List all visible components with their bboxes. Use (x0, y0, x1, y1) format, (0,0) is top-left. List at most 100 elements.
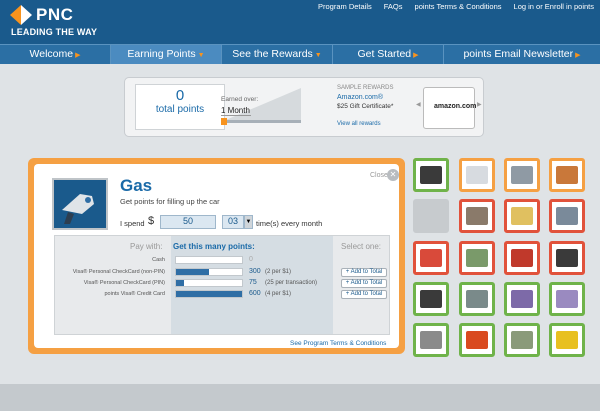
pay-with-label: Pay with: (130, 242, 163, 251)
pnc-logo-icon (10, 5, 32, 25)
arrow-down-icon: ▼ (197, 52, 205, 59)
satellite-tile[interactable] (459, 282, 495, 316)
van-icon (556, 331, 578, 349)
points-summary: 0 total points Earned over: 1 Month SAMP… (124, 77, 484, 137)
points-rate-note: (25 per transaction) (265, 280, 318, 286)
nav-see-rewards[interactable]: See the Rewards ▼ (222, 45, 333, 64)
sample-reward-name[interactable]: Amazon.com® (337, 94, 383, 101)
sample-reward-desc: $25 Gift Certificate* (337, 103, 394, 110)
total-points-label: total points (155, 104, 205, 115)
prev-reward-icon[interactable]: ◀ (416, 101, 421, 108)
home-icon (511, 331, 533, 349)
building-tile[interactable] (413, 323, 449, 357)
gas-tile[interactable] (459, 323, 495, 357)
nav-earning-points[interactable]: Earning Points ▼ (111, 45, 222, 64)
home-tile[interactable] (504, 323, 540, 357)
house-icon (466, 207, 488, 225)
school-tile[interactable] (549, 199, 585, 233)
chair-icon (420, 166, 442, 184)
tickets-icon (466, 249, 488, 267)
nav-get-started[interactable]: Get Started ▶ (333, 45, 444, 64)
arrow-icon: ▶ (575, 52, 581, 59)
spend-amount-input[interactable]: 50 (160, 215, 216, 229)
tickets-tile[interactable] (459, 241, 495, 275)
blank-tile (413, 199, 449, 233)
points-bar-fill (176, 291, 242, 297)
arrow-icon: ▶ (413, 52, 419, 59)
points-bar-fill (176, 269, 209, 275)
satellite-icon (466, 290, 488, 308)
points-rate-note: (4 per $1) (265, 291, 292, 297)
footer-bar (0, 384, 600, 411)
popcorn-icon (420, 249, 442, 267)
pnc-logo[interactable]: PNC (10, 5, 73, 25)
program-details-link[interactable]: Program Details (318, 2, 372, 11)
add-to-total-button[interactable]: + Add to Total (341, 290, 387, 299)
site-header: PNC LEADING THE WAY Program Details FAQs… (0, 0, 600, 44)
payment-method-label: Visa® Personal CheckCard (PIN) (83, 280, 165, 286)
building-icon (420, 331, 442, 349)
medicine-icon (466, 166, 488, 184)
points-value: 0 (249, 256, 253, 263)
reward-brand: amazon.com (434, 103, 477, 110)
payment-method-label: Cash (152, 257, 165, 263)
earned-over-value: 1 Month (221, 106, 251, 116)
spend-label: I spend (120, 219, 145, 228)
popcorn-tile[interactable] (413, 241, 449, 275)
login-link[interactable]: Log in or Enroll in points (514, 2, 594, 11)
telephone-tile[interactable] (413, 282, 449, 316)
earned-over-label: Earned over: (221, 96, 259, 103)
program-terms-link[interactable]: See Program Terms & Conditions (290, 340, 386, 347)
arrow-down-icon: ▼ (314, 52, 322, 59)
points-bar-fill (176, 280, 185, 286)
get-points-label: Get this many points: (173, 242, 255, 251)
bills-tile[interactable] (504, 282, 540, 316)
house-tile[interactable] (459, 199, 495, 233)
bills-icon (511, 290, 533, 308)
points-value: 75 (249, 279, 257, 286)
suitcase-icon (556, 249, 578, 267)
luggage-tile[interactable] (504, 241, 540, 275)
statements-tile[interactable] (549, 282, 585, 316)
brand-name: PNC (36, 5, 74, 24)
tagline: LEADING THE WAY (11, 27, 98, 37)
points-value: 600 (249, 290, 261, 297)
arrow-icon: ▶ (75, 52, 81, 59)
next-reward-icon[interactable]: ▶ (477, 101, 482, 108)
nav-email-newsletter[interactable]: points Email Newsletter ▶ (444, 45, 600, 64)
chair-tile[interactable] (413, 158, 449, 192)
nav-welcome[interactable]: Welcome ▶ (0, 45, 111, 64)
faqs-link[interactable]: FAQs (384, 2, 403, 11)
car-icon (511, 166, 533, 184)
category-subtitle: Get points for filling up the car (120, 197, 220, 206)
statements-icon (556, 290, 578, 308)
telephone-icon (420, 290, 442, 308)
times-select[interactable]: 03 (222, 215, 244, 229)
groceries-tile[interactable] (549, 158, 585, 192)
payment-method-label: points Visa® Credit Card (104, 291, 165, 297)
sample-rewards-title: SAMPLE REWARDS (337, 85, 394, 91)
select-one-label: Select one: (341, 242, 382, 251)
points-rate-note: (2 per $1) (265, 269, 292, 275)
add-to-total-button[interactable]: + Add to Total (341, 279, 387, 288)
view-all-rewards-link[interactable]: View all rewards (337, 121, 381, 127)
top-links: Program Details FAQs points Terms & Cond… (318, 2, 594, 11)
main-nav: Welcome ▶ Earning Points ▼ See the Rewards… (0, 44, 600, 64)
close-label[interactable]: Close (370, 172, 388, 179)
terms-link[interactable]: points Terms & Conditions (415, 2, 502, 11)
points-bar (175, 256, 243, 264)
education-tile[interactable] (504, 199, 540, 233)
car-tile[interactable] (504, 158, 540, 192)
close-icon[interactable]: ✕ (387, 169, 399, 181)
van-tile[interactable] (549, 323, 585, 357)
medicine-tile[interactable] (459, 158, 495, 192)
points-bar (175, 290, 243, 298)
add-to-total-button[interactable]: + Add to Total (341, 268, 387, 277)
chevron-down-icon[interactable]: ▼ (244, 215, 253, 229)
total-points-value: 0 (175, 87, 185, 104)
currency-symbol: $ (148, 215, 155, 227)
points-bar (175, 268, 243, 276)
luggage-icon (511, 249, 533, 267)
reward-card[interactable]: amazon.com (423, 87, 477, 129)
suitcase-tile[interactable] (549, 241, 585, 275)
